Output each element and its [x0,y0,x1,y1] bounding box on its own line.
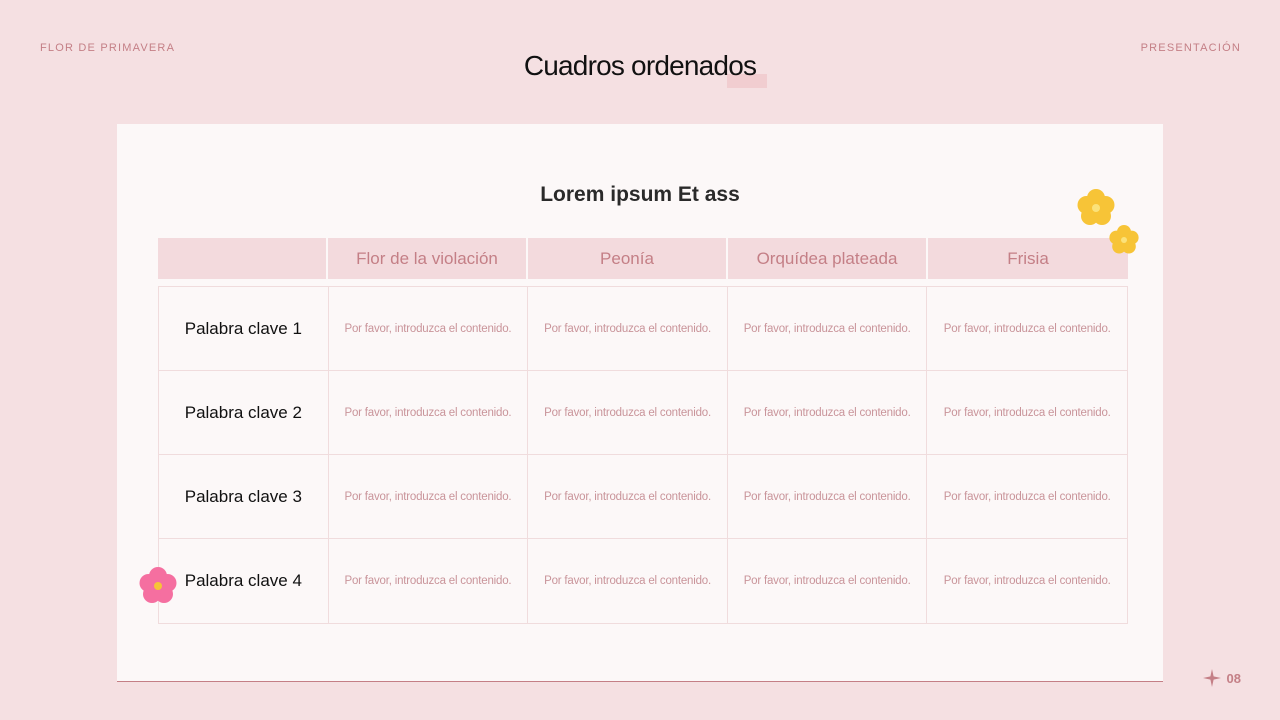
sparkle-icon [1202,669,1221,687]
table-row: Palabra clave 3 Por favor, introduzca el… [159,455,1127,539]
header-cell-empty [158,238,328,279]
page-indicator: 08 [1202,669,1241,687]
table-row: Palabra clave 1 Por favor, introduzca el… [159,287,1127,371]
table-cell: Por favor, introduzca el contenido. [329,539,529,623]
yellow-flower-icon [1109,225,1139,254]
row-label: Palabra clave 4 [159,539,329,623]
data-table: Palabra clave 1 Por favor, introduzca el… [158,286,1128,624]
table-cell: Por favor, introduzca el contenido. [943,575,1111,587]
table-cell: Por favor, introduzca el contenido. [329,371,529,454]
table-row: Palabra clave 4 Por favor, introduzca el… [159,539,1127,623]
table-cell: Por favor, introduzca el contenido. [728,287,928,370]
row-label: Palabra clave 1 [159,287,329,370]
table-cell: Por favor, introduzca el contenido. [943,322,1111,335]
table-header-row: Flor de la violación Peonía Orquídea pla… [158,238,1128,279]
table-row: Palabra clave 2 Por favor, introduzca el… [159,371,1127,455]
table-cell: Por favor, introduzca el contenido. [329,287,529,370]
header-cell-col1: Flor de la violación [328,238,528,279]
row-label: Palabra clave 3 [159,455,329,538]
header-cell-col4: Frisia [928,238,1128,279]
header-cell-col3: Orquídea plateada [728,238,928,279]
pink-flower-icon [139,567,177,603]
table-cell: Por favor, introduzca el contenido. [943,490,1111,503]
table-cell: Por favor, introduzca el contenido. [728,455,928,538]
table-cell: Por favor, introduzca el contenido. [528,371,728,454]
header-cell-col2: Peonía [528,238,728,279]
table-cell: Por favor, introduzca el contenido. [528,455,728,538]
table-cell: Por favor, introduzca el contenido. [528,287,728,370]
page-number: 08 [1226,670,1241,686]
table-cell: Por favor, introduzca el contenido. [728,539,928,623]
table-cell: Por favor, introduzca el contenido. [528,539,728,623]
slide-title: Cuadros ordenados [523,50,757,81]
row-label: Palabra clave 2 [159,371,329,454]
table-cell: Por favor, introduzca el contenido. [728,371,928,454]
table-cell: Por favor, introduzca el contenido. [329,455,529,538]
table-cell: Por favor, introduzca el contenido. [943,406,1111,419]
